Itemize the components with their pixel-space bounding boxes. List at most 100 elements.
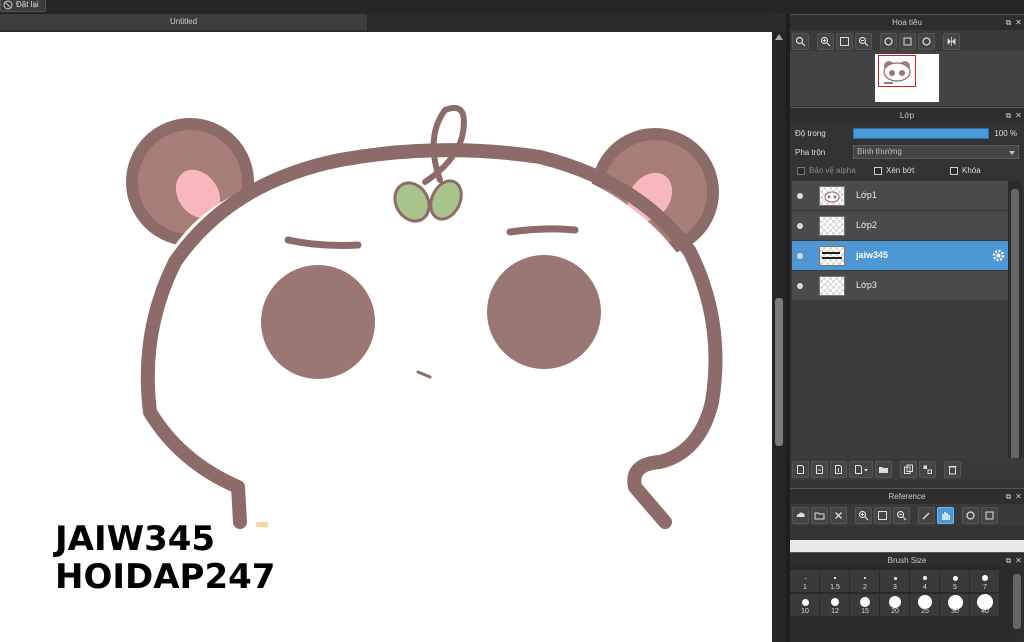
document-tab[interactable]: Untitled [0, 14, 367, 30]
brush-dot [918, 595, 932, 609]
scroll-up-arrow[interactable] [775, 34, 783, 40]
rotate-icon[interactable] [962, 506, 979, 524]
brush-size-option[interactable]: 2 [850, 570, 880, 593]
flip-horizontal-icon[interactable] [943, 32, 960, 50]
rotate-left-icon[interactable] [880, 32, 897, 50]
delete-layer-icon[interactable] [944, 460, 961, 478]
reference-toolbar [790, 504, 1024, 526]
brush-size-grid: 1 1.5 2 3 4 5 7 10 12 15 20 25 30 40 [790, 566, 1024, 642]
close-reference-icon[interactable] [830, 506, 847, 524]
brush-dot [834, 577, 836, 579]
new-layer-icon[interactable] [792, 460, 809, 478]
brush-size-option[interactable]: 7 [970, 570, 1000, 593]
blend-mode-select[interactable]: Bình thường [853, 145, 1019, 159]
opacity-value: 100 % [994, 128, 1017, 138]
visibility-eye-icon[interactable] [797, 283, 803, 289]
reset-button[interactable]: Đặt lại [0, 0, 46, 12]
layer-item[interactable]: Lớp1 [792, 181, 1008, 211]
layer-thumbnail [819, 186, 845, 206]
navigator-header: Hoa tiêu ⧉ ✕ [790, 14, 1024, 30]
layer-list: Lớp1 Lớp2 jaiw345 Lớp3 [792, 181, 1008, 469]
layer-item[interactable]: Lớp2 [792, 211, 1008, 241]
layer-name: Lớp2 [856, 220, 877, 230]
close-panel-icon[interactable]: ✕ [1015, 493, 1022, 501]
scroll-thumb[interactable] [775, 298, 783, 446]
brush-dot [831, 598, 839, 606]
brush-size-option[interactable]: 12 [820, 594, 850, 617]
brush-size-option[interactable]: 25 [910, 594, 940, 617]
brush-size-option[interactable]: 10 [790, 594, 820, 617]
duplicate-layer-icon[interactable] [900, 460, 917, 478]
brush-size-option[interactable]: 1 [790, 570, 820, 593]
scroll-thumb[interactable] [1011, 189, 1019, 461]
zoom-out-icon[interactable] [855, 32, 872, 50]
layer-name: Lớp3 [856, 280, 877, 290]
actual-size-icon[interactable] [899, 32, 916, 50]
add-layer-dropdown-icon[interactable] [849, 460, 873, 478]
float-panel-icon[interactable]: ⧉ [1005, 19, 1012, 27]
brush-size-option[interactable]: 1.5 [820, 570, 850, 593]
fit-window-icon[interactable] [836, 32, 853, 50]
brush-dot [804, 577, 806, 579]
gear-icon[interactable] [991, 248, 1006, 263]
zoom-in-icon[interactable] [817, 32, 834, 50]
layer-thumbnail [819, 216, 845, 236]
brush-size-option[interactable]: 5 [940, 570, 970, 593]
float-panel-icon[interactable]: ⧉ [1005, 112, 1012, 120]
brush-size-option[interactable]: 40 [970, 594, 1000, 617]
actual-size-icon[interactable] [981, 506, 998, 524]
rotate-right-icon[interactable] [918, 32, 935, 50]
brush-size-option[interactable]: 4 [910, 570, 940, 593]
clipping-label: Xén bớt [886, 166, 915, 175]
brush-size-option[interactable]: 20 [880, 594, 910, 617]
brush-size-label: 4 [923, 584, 927, 591]
visibility-eye-icon[interactable] [797, 253, 803, 259]
brush-size-option[interactable]: 30 [940, 594, 970, 617]
new-folder-icon[interactable] [875, 460, 892, 478]
merge-layer-icon[interactable] [919, 460, 936, 478]
eyedropper-icon[interactable] [918, 506, 935, 524]
brush-size-label: 12 [831, 608, 839, 615]
visibility-eye-icon[interactable] [797, 223, 803, 229]
visibility-eye-icon[interactable] [797, 193, 803, 199]
layer-item[interactable]: Lớp3 [792, 271, 1008, 301]
opacity-slider[interactable] [853, 128, 989, 139]
new-layer-1bit-icon[interactable] [830, 460, 847, 478]
cloud-open-icon[interactable] [792, 506, 809, 524]
brush-size-scrollbar[interactable] [1010, 566, 1024, 642]
brush-size-option[interactable]: 3 [880, 570, 910, 593]
brush-size-label: 3 [893, 584, 897, 591]
lock-checkbox[interactable]: Khóa [950, 166, 981, 175]
right-panel: Hoa tiêu ⧉ ✕ Lớp ⧉ ✕ Độ trong 100 % Pha tr… [790, 14, 1024, 642]
reference-title: Reference [888, 492, 926, 501]
zoom-in-icon[interactable] [855, 506, 872, 524]
zoom-out-icon[interactable] [893, 506, 910, 524]
fit-window-icon[interactable] [874, 506, 891, 524]
clipping-checkbox[interactable]: Xén bớt [874, 166, 914, 175]
reset-label: Đặt lại [16, 0, 39, 9]
zoom-fit-icon[interactable] [792, 32, 809, 50]
navigator-preview[interactable] [790, 51, 1024, 106]
layer-options-row: Bảo vệ alpha Xén bớt Khóa [790, 162, 1024, 180]
close-panel-icon[interactable]: ✕ [1015, 557, 1022, 565]
tab-strip [367, 14, 772, 32]
canvas-vertical-scrollbar[interactable] [772, 32, 786, 642]
layer-list-scrollbar[interactable] [1008, 181, 1022, 469]
layer-item-selected[interactable]: jaiw345 [792, 241, 1008, 271]
drawing-canvas[interactable]: JAIW345 HOIDAP247 [0, 32, 772, 642]
navigator-toolbar [790, 30, 1024, 52]
new-layer-8bit-icon[interactable] [811, 460, 828, 478]
brush-dot [864, 577, 866, 579]
scroll-thumb[interactable] [1013, 574, 1021, 629]
close-panel-icon[interactable]: ✕ [1015, 112, 1022, 120]
close-panel-icon[interactable]: ✕ [1015, 19, 1022, 27]
float-panel-icon[interactable]: ⧉ [1005, 493, 1012, 501]
brush-size-label: 2 [863, 584, 867, 591]
brush-size-option[interactable]: 15 [850, 594, 880, 617]
hand-tool-icon[interactable] [937, 506, 954, 524]
open-folder-icon[interactable] [811, 506, 828, 524]
float-panel-icon[interactable]: ⧉ [1005, 557, 1012, 565]
brush-dot [801, 598, 809, 606]
brush-size-label: 30 [951, 608, 959, 615]
protect-alpha-checkbox[interactable]: Bảo vệ alpha [797, 166, 856, 175]
